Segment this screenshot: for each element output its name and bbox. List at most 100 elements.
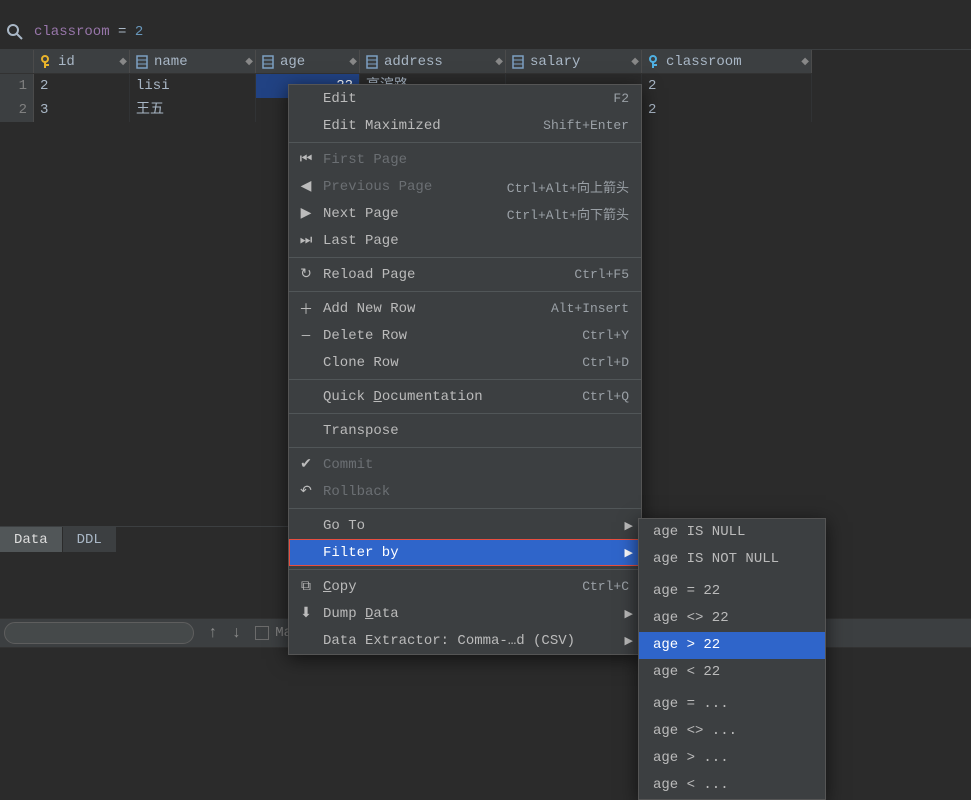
menu-shortcut: Ctrl+D — [582, 355, 629, 370]
menu-item-label: Next Page — [323, 206, 499, 222]
menu-separator — [289, 569, 641, 570]
menu-separator — [289, 142, 641, 143]
column-icon — [262, 55, 274, 69]
submenu-item[interactable]: age > ... — [639, 745, 825, 772]
sort-icon[interactable]: ◆ — [245, 56, 253, 68]
sort-icon[interactable]: ◆ — [495, 56, 503, 68]
sort-icon[interactable]: ◆ — [349, 56, 357, 68]
menu-item-filter-by[interactable]: Filter by▶ — [289, 539, 641, 566]
cell-name[interactable]: lisi — [130, 74, 256, 98]
menu-shortcut: Ctrl+F5 — [574, 267, 629, 282]
menu-item-label: Delete Row — [323, 328, 574, 344]
menu-shortcut: Alt+Insert — [551, 301, 629, 316]
menu-item-label: First Page — [323, 152, 629, 168]
sort-icon[interactable]: ◆ — [801, 56, 809, 68]
cell-classroom[interactable]: 2 — [642, 98, 812, 122]
menu-item-go-to[interactable]: Go To▶ — [289, 512, 641, 539]
menu-separator — [289, 447, 641, 448]
menu-item-label: Data Extractor: Comma-…d (CSV) — [323, 633, 629, 649]
search-next-icon[interactable]: ↓ — [232, 624, 242, 642]
menu-item-label: Clone Row — [323, 355, 574, 371]
filter-bar: classroom = 2 — [0, 14, 971, 50]
dump-icon: ⬇ — [297, 605, 315, 622]
menu-item-clone-row[interactable]: Clone Row Ctrl+D — [289, 349, 641, 376]
menu-item-rollback: ↶ Rollback — [289, 478, 641, 505]
submenu-item[interactable]: age < 22 — [639, 659, 825, 686]
menu-shortcut: Ctrl+Q — [582, 389, 629, 404]
filter-by-submenu: age IS NULLage IS NOT NULLage = 22age <>… — [638, 518, 826, 800]
menu-item-label: Add New Row — [323, 301, 543, 317]
menu-item-transpose[interactable]: Transpose — [289, 417, 641, 444]
submenu-arrow-icon: ▶ — [625, 519, 633, 533]
search-input[interactable] — [4, 622, 194, 644]
sort-icon[interactable]: ◆ — [119, 56, 127, 68]
menu-item-edit[interactable]: EditF2 — [289, 85, 641, 112]
submenu-item[interactable]: age <> ... — [639, 718, 825, 745]
first-icon: ⏮ — [297, 152, 315, 168]
cell-classroom[interactable]: 2 — [642, 74, 812, 98]
menu-separator — [289, 379, 641, 380]
submenu-arrow-icon: ▶ — [625, 607, 633, 621]
menu-item-data-extractor-comma-d-csv[interactable]: Data Extractor: Comma-…d (CSV)▶ — [289, 627, 641, 654]
menu-item-label: Transpose — [323, 423, 629, 439]
column-header-name[interactable]: name ◆ — [130, 50, 256, 73]
menu-separator — [289, 413, 641, 414]
cell-name[interactable]: 王五 — [130, 98, 256, 122]
filter-expression[interactable]: classroom = 2 — [34, 24, 143, 40]
sort-icon[interactable]: ◆ — [631, 56, 639, 68]
cell-id[interactable]: 2 — [34, 74, 130, 98]
menu-item-delete-row[interactable]: —Delete RowCtrl+Y — [289, 322, 641, 349]
next-icon: ▶ — [297, 205, 315, 222]
menu-shortcut: Ctrl+C — [582, 579, 629, 594]
minus-icon: — — [297, 328, 315, 344]
column-name: address — [384, 54, 443, 70]
column-header-age[interactable]: age ◆ — [256, 50, 360, 73]
menu-item-label: Copy — [323, 579, 574, 595]
menu-separator — [289, 508, 641, 509]
column-header-classroom[interactable]: classroom ◆ — [642, 50, 812, 73]
rollback-icon: ↶ — [297, 483, 315, 500]
column-icon — [512, 55, 524, 69]
menu-item-label: Commit — [323, 457, 629, 473]
key-icon — [40, 55, 52, 69]
tab-data[interactable]: Data — [0, 527, 63, 552]
menu-item-label: Filter by — [323, 545, 629, 561]
menu-item-reload-page[interactable]: ↻ Reload Page Ctrl+F5 — [289, 261, 641, 288]
menu-item-last-page[interactable]: ⏭Last Page — [289, 227, 641, 254]
menu-item-add-new-row[interactable]: ＋ Add New Row Alt+Insert — [289, 295, 641, 322]
menu-item-previous-page: ◀ Previous Page Ctrl+Alt+向上箭头 — [289, 173, 641, 200]
menu-item-label: Rollback — [323, 484, 629, 500]
menu-item-quick-documentation[interactable]: Quick DocumentationCtrl+Q — [289, 383, 641, 410]
submenu-item[interactable]: age IS NULL — [639, 519, 825, 546]
prev-icon: ◀ — [297, 178, 315, 195]
submenu-item[interactable]: age <> 22 — [639, 605, 825, 632]
submenu-item[interactable]: age = 22 — [639, 578, 825, 605]
menu-item-dump-data[interactable]: ⬇Dump Data▶ — [289, 600, 641, 627]
submenu-arrow-icon: ▶ — [625, 546, 633, 560]
menu-shortcut: Ctrl+Alt+向上箭头 — [507, 177, 629, 196]
submenu-item[interactable]: age = ... — [639, 691, 825, 718]
menu-item-next-page[interactable]: ▶Next PageCtrl+Alt+向下箭头 — [289, 200, 641, 227]
plus-icon: ＋ — [297, 299, 315, 319]
menu-item-label: Reload Page — [323, 267, 566, 283]
column-name: age — [280, 54, 305, 70]
cell-id[interactable]: 3 — [34, 98, 130, 122]
menu-item-copy[interactable]: ⧉CopyCtrl+C — [289, 573, 641, 600]
column-header-salary[interactable]: salary ◆ — [506, 50, 642, 73]
menu-item-edit-maximized[interactable]: Edit MaximizedShift+Enter — [289, 112, 641, 139]
column-header-id[interactable]: id ◆ — [34, 50, 130, 73]
menu-item-label: Previous Page — [323, 179, 499, 195]
submenu-item[interactable]: age > 22 — [639, 632, 825, 659]
menu-separator — [289, 291, 641, 292]
submenu-item[interactable]: age < ... — [639, 772, 825, 799]
table-header: id ◆ name ◆ age ◆ address ◆ salary ◆ cla — [0, 50, 812, 74]
column-name: name — [154, 54, 188, 70]
search-prev-icon[interactable]: ↑ — [208, 624, 218, 642]
tab-ddl[interactable]: DDL — [63, 527, 117, 552]
column-icon — [366, 55, 378, 69]
submenu-item[interactable]: age IS NOT NULL — [639, 546, 825, 573]
column-name: id — [58, 54, 75, 70]
reload-icon: ↻ — [297, 266, 315, 283]
column-header-address[interactable]: address ◆ — [360, 50, 506, 73]
bottom-tabs: Data DDL — [0, 526, 290, 552]
